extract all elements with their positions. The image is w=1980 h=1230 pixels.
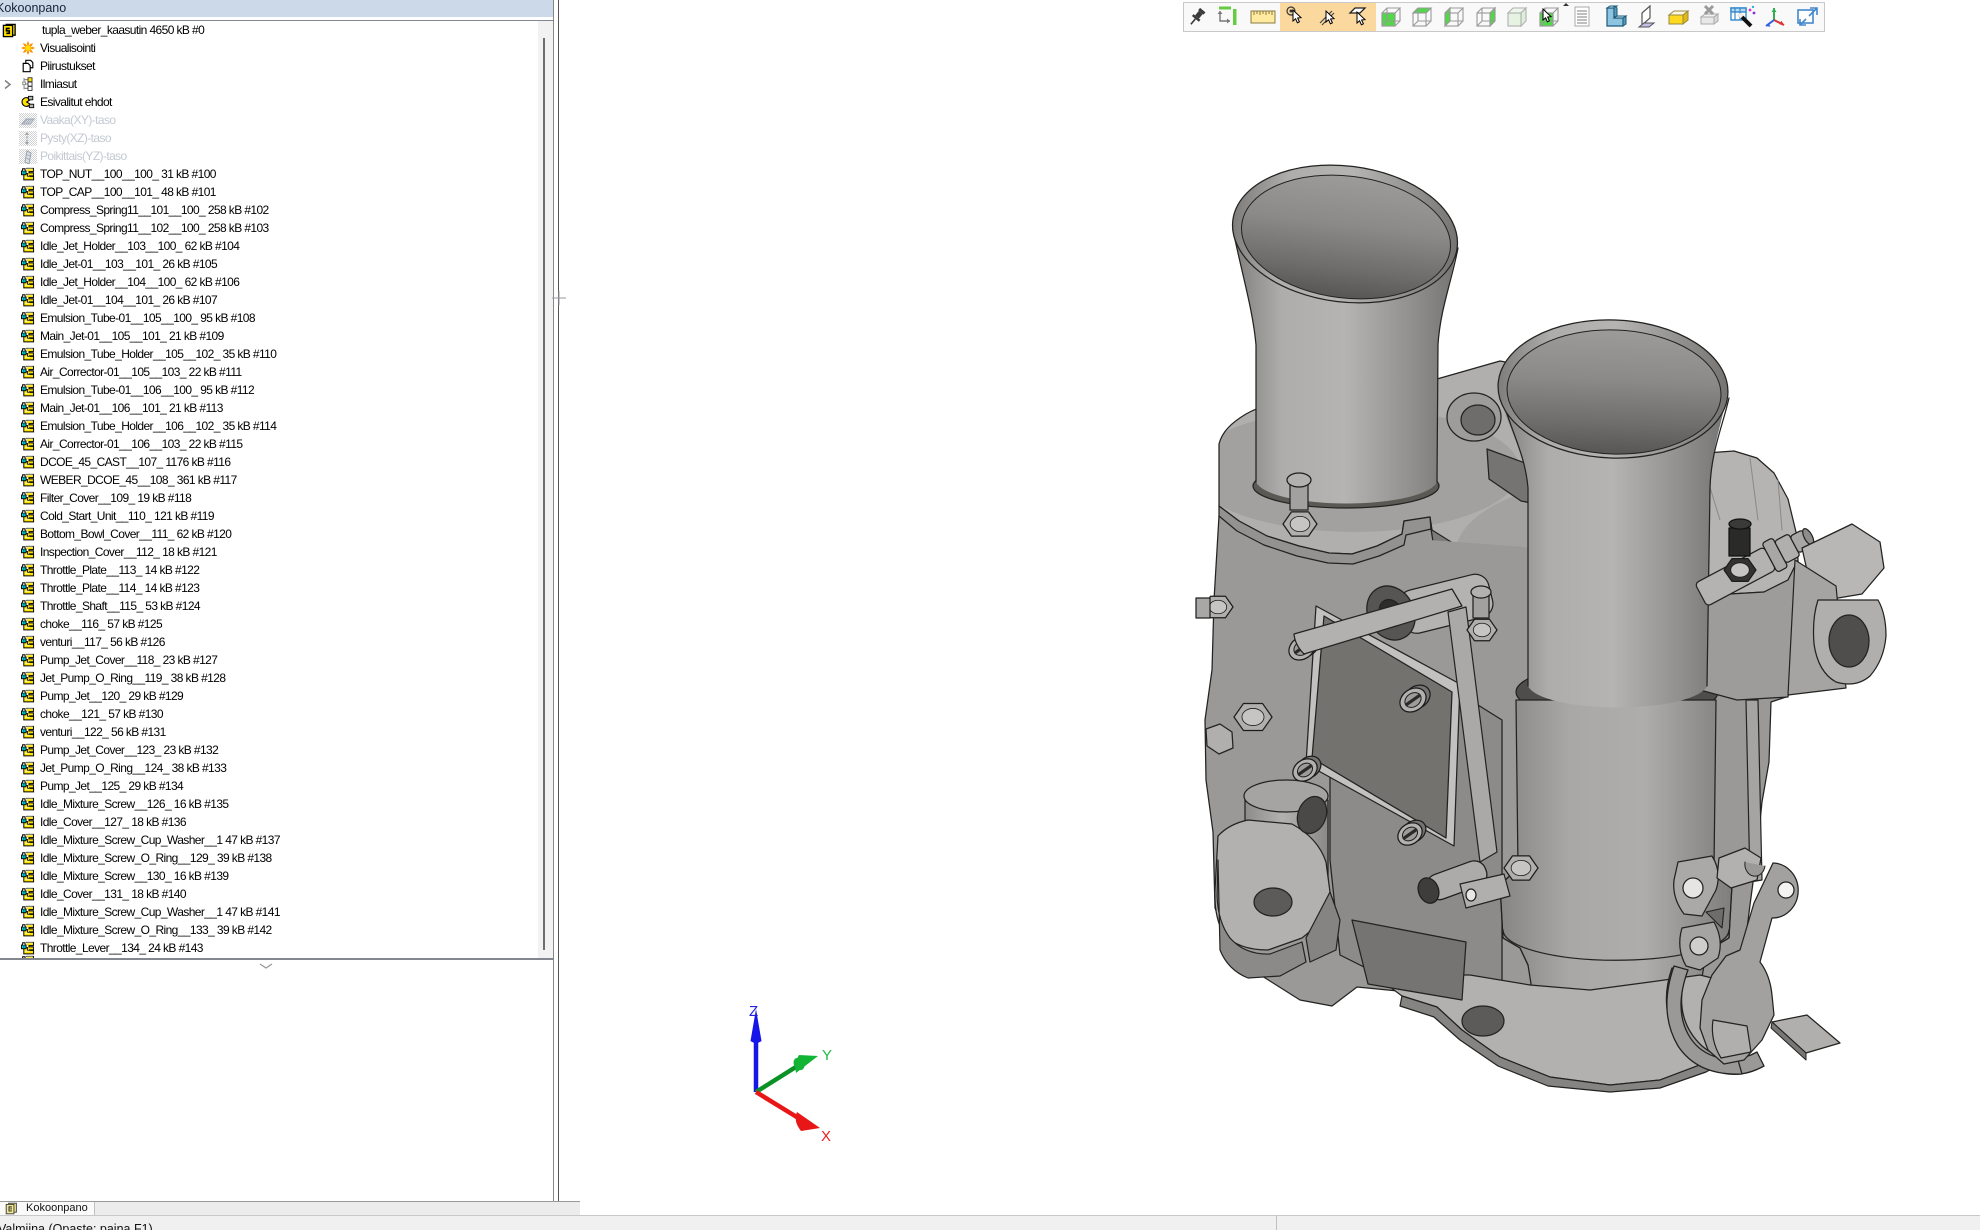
- svg-text:X: X: [821, 1128, 831, 1145]
- svg-text:Y: Y: [822, 1047, 832, 1064]
- svg-text:Z: Z: [749, 1003, 758, 1020]
